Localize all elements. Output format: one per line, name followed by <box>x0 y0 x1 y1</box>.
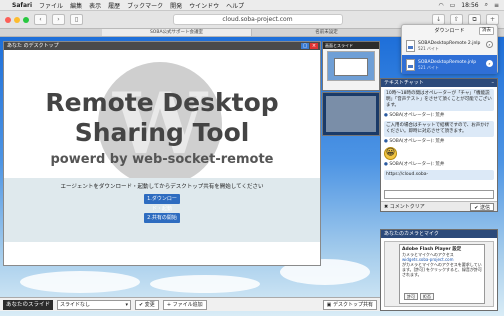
desktop-share-window: あなた のデスクトップ ▢ × W Remote Desktop Sharing… <box>3 41 321 266</box>
back-button[interactable]: ‹ <box>34 14 47 25</box>
screens-slides-panel: 画面とスライド <box>322 41 380 91</box>
reveal-in-finder-icon[interactable]: ⌕ <box>486 41 493 48</box>
page-content: あなた のデスクトップ ▢ × W Remote Desktop Sharing… <box>0 37 504 316</box>
chat-sender: SOBA(オペレーター): 荒井 <box>384 139 497 145</box>
share-window-title: あなた のデスクトップ ▢ × <box>4 42 320 50</box>
change-label: 変更 <box>144 301 155 308</box>
downloads-popover: ダウンロード 消去 SOBADesktopRemote 2.jnlp 521 バ… <box>401 24 498 74</box>
slide-select[interactable]: スライドなし <box>57 299 132 310</box>
wifi-icon[interactable]: ◠ <box>438 2 443 9</box>
tab-support-room[interactable]: SOBA公式サポート会議室 <box>102 29 252 36</box>
menu-help[interactable]: ヘルプ <box>226 1 244 10</box>
add-file-button[interactable]: + ファイル追加 <box>162 299 207 310</box>
tagline: powerd by web-socket-remote <box>50 152 274 167</box>
text-chat-panel: テキストチャット – 10時〜18時の間はオペレーターが「チャ」「機能説明」「音… <box>380 78 498 212</box>
flash-dialog-body: がカメラとマイクへのアクセスを要求しています。[許可] をクリックすると、録音が… <box>402 262 482 277</box>
downloads-header: ダウンロード 消去 <box>402 25 497 36</box>
reveal-in-finder-icon[interactable]: ⌕ <box>486 60 493 67</box>
download-size: 521 バイト <box>418 64 439 70</box>
download-item[interactable]: SOBADesktopRemote 2.jnlp 521 バイト ⌕ <box>402 36 497 55</box>
menu-bookmarks[interactable]: ブックマーク <box>127 1 163 10</box>
chat-message: 10時〜18時の間はオペレーターが「チャ」「機能説明」「音声テスト」をさせて頂く… <box>384 89 494 111</box>
background-cloud <box>150 275 260 293</box>
chat-title: テキストチャット – <box>381 79 497 87</box>
clear-downloads-button[interactable]: 消去 <box>479 27 494 35</box>
camera-mic-panel: あなたのカメラとマイク Adobe Flash Player 設定 カメラとマイ… <box>380 229 498 311</box>
chat-title-text: テキストチャット <box>384 80 424 86</box>
sidebar-toggle-icon[interactable]: ▯ <box>70 14 83 25</box>
desktop-share-label: デスクトップ共有 <box>332 301 373 308</box>
change-button[interactable]: ✔ 変更 <box>135 299 159 310</box>
downloads-title: ダウンロード <box>434 28 465 34</box>
screen-thumbnail[interactable] <box>327 51 375 81</box>
menu-clock[interactable]: 18:56 <box>461 2 478 9</box>
bottom-toolbar: あなたのスライド スライドなし ✔ 変更 + ファイル追加 ▣ デスクトップ共有 <box>0 297 380 311</box>
chat-sender: SOBA(オペレーター): 荒井 <box>384 113 497 119</box>
menu-window[interactable]: ウインドウ <box>189 1 219 10</box>
chat-footer: ✖ コメントクリア ✔ 送信 <box>381 201 497 211</box>
download-size: 521 バイト <box>418 45 439 51</box>
send-label: 送信 <box>479 205 490 211</box>
address-bar[interactable]: cloud.soba-project.com <box>172 14 343 25</box>
share-window-controls: ▢ × <box>301 43 318 49</box>
jnlp-file-icon <box>406 58 415 71</box>
menu-edit[interactable]: 編集 <box>70 1 82 10</box>
chat-input[interactable] <box>384 190 494 199</box>
tab-untitled[interactable]: 名前未設定 <box>252 29 402 36</box>
start-sharing-button[interactable]: 2.共有の開始 <box>144 213 180 223</box>
menu-develop[interactable]: 開発 <box>170 1 182 10</box>
clear-comments-button[interactable]: ✖ コメントクリア <box>384 204 425 210</box>
flash-deny-button[interactable]: 拒否 <box>420 293 434 300</box>
menu-file[interactable]: ファイル <box>39 1 63 10</box>
menu-status-area: ◠ ▭ 18:56 ⌕ ≡ <box>438 1 499 9</box>
instruction-band: エージェントをダウンロード・起動してからデスクトップ共有を開始してください 1.… <box>4 178 320 242</box>
menu-list-icon[interactable]: ≡ <box>494 2 499 9</box>
window-controls <box>5 16 29 23</box>
menu-app-name[interactable]: Safari <box>12 2 32 9</box>
zoom-window-button[interactable] <box>23 16 29 23</box>
close-icon[interactable]: × <box>310 43 318 49</box>
smile-emoji-icon: 😀 <box>384 147 397 160</box>
your-slides-label: あなたのスライド <box>3 299 54 310</box>
flash-settings-dialog: Adobe Flash Player 設定 カメラとマイクへのアクセス widg… <box>399 244 485 304</box>
background-cloud <box>20 271 140 293</box>
close-window-button[interactable] <box>5 16 11 23</box>
fit-icon[interactable]: ▢ <box>301 43 309 49</box>
download-item-selected[interactable]: SOBADesktopRemote.jnlp 521 バイト ⌕ <box>402 55 497 74</box>
download-agent-button[interactable]: 1.ダウンロード・起動 <box>144 194 180 212</box>
share-window-body: W Remote Desktop Sharing Tool powerd by … <box>4 50 320 265</box>
headline-line-2: Sharing Tool <box>74 118 250 147</box>
send-button[interactable]: ✔ 送信 <box>470 203 494 211</box>
clear-comments-label: コメントクリア <box>389 204 425 210</box>
camera-area: Adobe Flash Player 設定 カメラとマイクへのアクセス widg… <box>384 241 494 307</box>
forward-button[interactable]: › <box>52 14 65 25</box>
chat-sender: SOBA(オペレーター): 荒井 <box>384 162 497 168</box>
menu-view[interactable]: 表示 <box>89 1 101 10</box>
chat-message: ご入用の場合はチャットで結構ですので、お声かけください。即時に対応させて頂きます… <box>384 121 494 137</box>
share-window-title-text: あなた のデスクトップ <box>7 43 59 49</box>
screens-panel-title: 画面とスライド <box>323 42 379 49</box>
menu-history[interactable]: 履歴 <box>108 1 120 10</box>
jnlp-file-icon <box>406 39 415 52</box>
search-icon[interactable]: ⌕ <box>485 1 488 9</box>
mac-menu-bar: Safari ファイル 編集 表示 履歴 ブックマーク 開発 ウインドウ ヘルプ… <box>0 0 504 11</box>
desktop-share-button[interactable]: ▣ デスクトップ共有 <box>322 299 377 310</box>
minimize-window-button[interactable] <box>14 16 20 23</box>
battery-icon[interactable]: ▭ <box>450 2 456 9</box>
minimize-icon[interactable]: – <box>492 79 495 87</box>
video-preview <box>322 92 380 136</box>
add-file-label: ファイル追加 <box>172 301 203 308</box>
headline-line-1: Remote Desktop <box>45 88 279 117</box>
chat-message[interactable]: https://cloud.soba- <box>384 170 494 180</box>
instruction-text: エージェントをダウンロード・起動してからデスクトップ共有を開始してください <box>60 184 264 190</box>
camera-panel-title: あなたのカメラとマイク <box>381 230 497 238</box>
flash-allow-button[interactable]: 許可 <box>404 293 418 300</box>
